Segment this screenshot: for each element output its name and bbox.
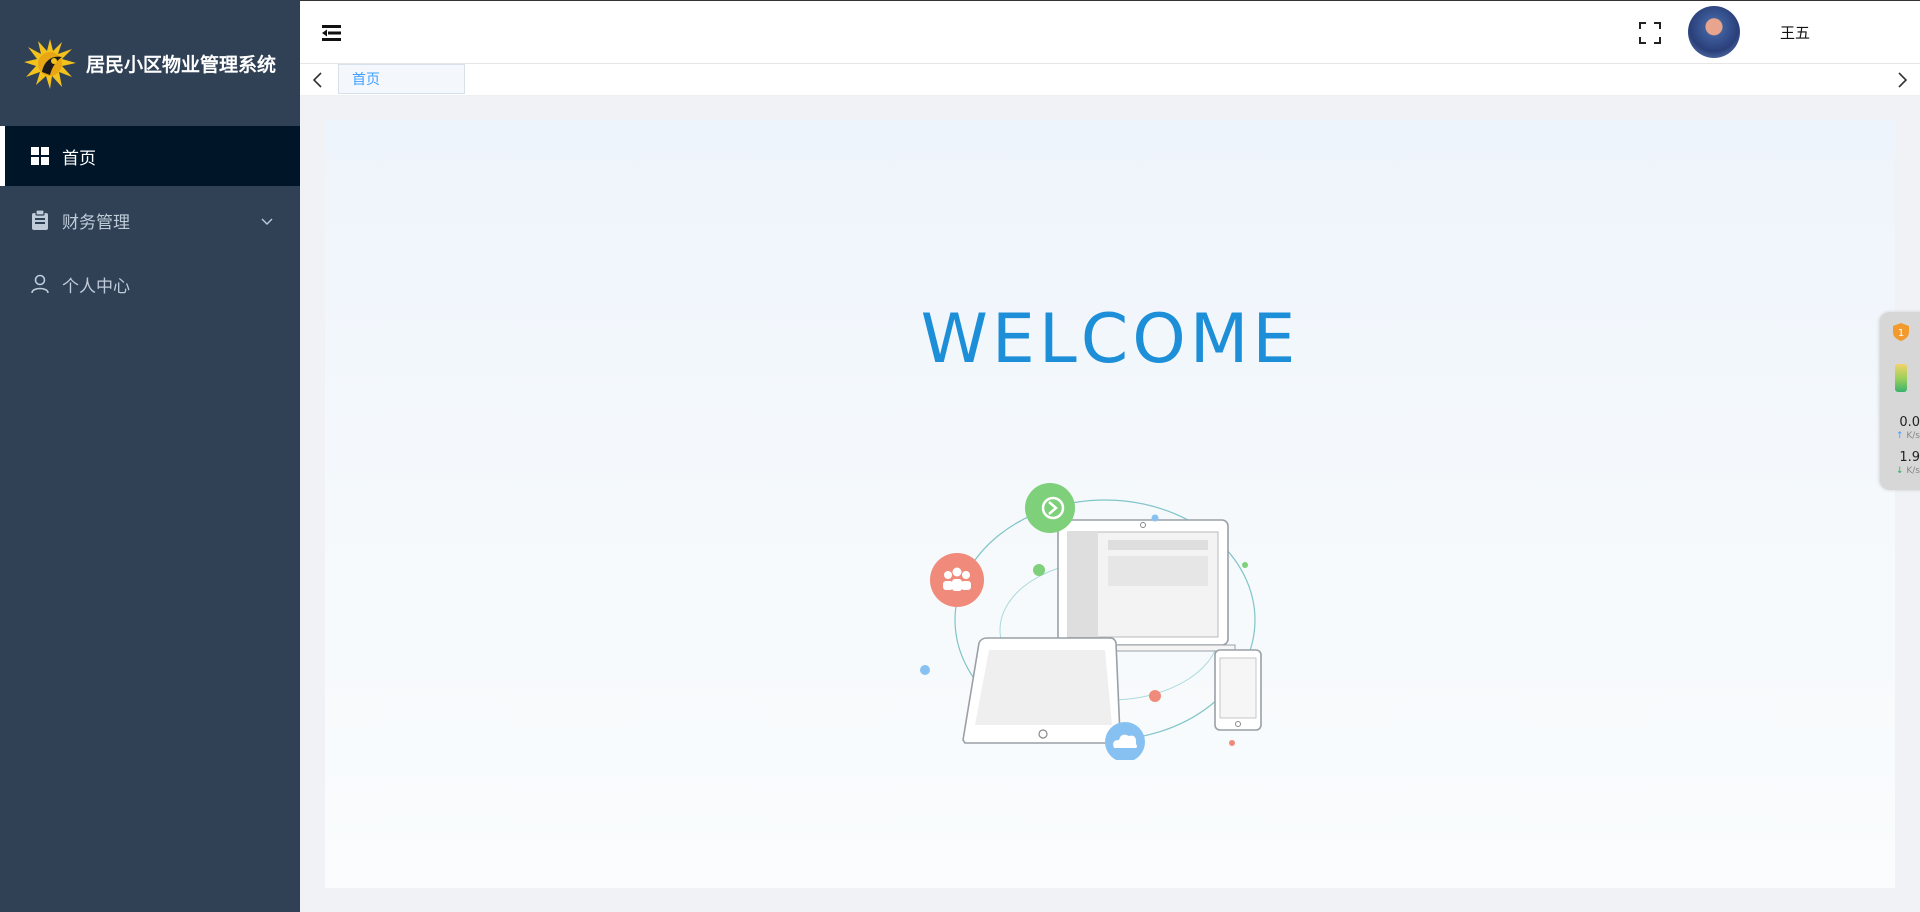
chevron-right-icon[interactable]	[1892, 70, 1912, 90]
app-title: 居民小区物业管理系统	[86, 53, 277, 76]
memory-gauge-icon	[1895, 364, 1907, 392]
sidebar-item-label: 财务管理	[62, 212, 130, 233]
fullscreen-icon[interactable]	[1638, 21, 1662, 45]
dashboard-icon	[30, 146, 50, 166]
download-unit: ↓ K/s	[1895, 466, 1920, 476]
tags-view: 首页	[300, 64, 1920, 96]
dashboard-content: WELCOME	[325, 120, 1895, 888]
sidebar-item-label: 个人中心	[62, 276, 130, 297]
devices-illustration	[915, 460, 1275, 762]
tag-home[interactable]: 首页	[338, 64, 465, 94]
user-icon	[30, 274, 50, 294]
chevron-down-icon	[260, 213, 274, 227]
tag-label: 首页	[352, 72, 380, 88]
sidebar-item-profile[interactable]: 个人中心	[0, 254, 300, 314]
upload-unit: ↑ K/s	[1895, 431, 1920, 441]
hamburger-icon[interactable]	[320, 21, 344, 45]
network-speed-widget[interactable]: 1 0.0 ↑ K/s 1.9 ↓ K/s	[1880, 312, 1920, 490]
navbar: 王五	[300, 0, 1920, 64]
sidebar-item-home[interactable]: 首页	[0, 126, 300, 186]
username[interactable]: 王五	[1780, 22, 1810, 43]
welcome-heading: WELCOME	[920, 300, 1300, 379]
clipboard-icon	[30, 210, 50, 230]
main-area: 王五 首页 WELCOME	[300, 0, 1920, 912]
sidebar-item-finance[interactable]: 财务管理	[0, 190, 300, 250]
brand[interactable]: 居民小区物业管理系统	[0, 0, 300, 126]
sidebar-item-label: 首页	[62, 148, 96, 169]
shield-badge-icon: 1	[1892, 322, 1910, 342]
download-speed: 1.9	[1899, 450, 1920, 465]
svg-text:1: 1	[1898, 328, 1904, 339]
chevron-left-icon[interactable]	[308, 70, 328, 90]
sidebar: 居民小区物业管理系统 首页 财务管理 个人中心	[0, 0, 300, 912]
upload-speed: 0.0	[1899, 415, 1920, 430]
logo-icon	[22, 35, 78, 91]
avatar[interactable]	[1688, 6, 1740, 58]
